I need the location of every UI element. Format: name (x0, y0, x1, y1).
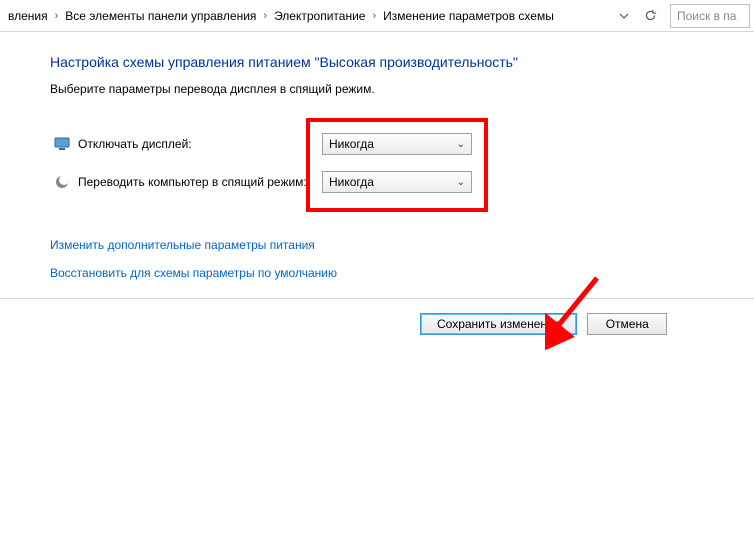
address-bar: вления › Все элементы панели управления … (0, 0, 754, 32)
link-restore-defaults[interactable]: Восстановить для схемы параметры по умол… (50, 266, 680, 280)
sleep-select[interactable]: Никогда ⌄ (322, 171, 472, 193)
display-off-label: Отключать дисплей: (78, 137, 192, 151)
moon-icon (54, 174, 70, 190)
history-dropdown-button[interactable] (614, 6, 634, 26)
page-subtitle: Выберите параметры перевода дисплея в сп… (50, 82, 680, 96)
settings-highlight-box: Отключать дисплей: Никогда ⌄ Переводить … (306, 118, 488, 212)
main-content: Настройка схемы управления питанием "Выс… (0, 32, 680, 335)
save-button[interactable]: Сохранить изменения (420, 313, 577, 335)
crumb-partial[interactable]: вления (4, 9, 52, 23)
chevron-down-icon: ⌄ (457, 139, 465, 150)
search-placeholder: Поиск в па (677, 9, 736, 23)
chevron-right-icon[interactable]: › (260, 10, 270, 22)
chevron-right-icon[interactable]: › (52, 10, 62, 22)
chevron-right-icon[interactable]: › (369, 10, 379, 22)
refresh-button[interactable] (640, 6, 660, 26)
search-input[interactable]: Поиск в па (670, 4, 750, 28)
crumb-control-panel[interactable]: Все элементы панели управления (61, 9, 260, 23)
crumb-edit-plan[interactable]: Изменение параметров схемы (379, 9, 558, 23)
button-row: Сохранить изменения Отмена (420, 313, 680, 335)
cancel-button[interactable]: Отмена (587, 313, 667, 335)
link-advanced-settings[interactable]: Изменить дополнительные параметры питани… (50, 238, 680, 252)
row-display-off: Отключать дисплей: Никогда ⌄ (322, 132, 472, 156)
row-sleep: Переводить компьютер в спящий режим: Ник… (322, 170, 472, 194)
chevron-down-icon: ⌄ (457, 177, 465, 188)
breadcrumbs: вления › Все элементы панели управления … (4, 9, 614, 23)
display-off-value: Никогда (329, 137, 374, 151)
sleep-value: Никогда (329, 175, 374, 189)
monitor-icon (54, 136, 70, 152)
divider (0, 298, 754, 299)
sleep-label: Переводить компьютер в спящий режим: (78, 175, 307, 189)
display-off-select[interactable]: Никогда ⌄ (322, 133, 472, 155)
crumb-power[interactable]: Электропитание (270, 9, 369, 23)
page-title: Настройка схемы управления питанием "Выс… (50, 54, 680, 70)
links-section: Изменить дополнительные параметры питани… (50, 238, 680, 280)
